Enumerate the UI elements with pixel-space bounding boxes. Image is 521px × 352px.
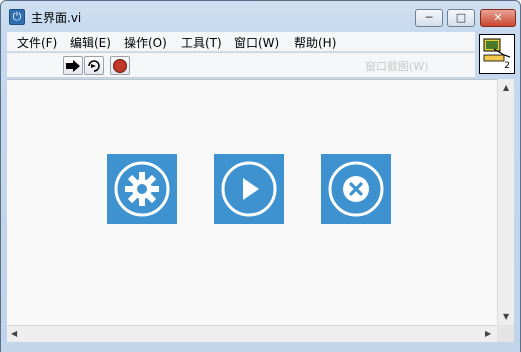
scroll-right-icon[interactable]: ▶ <box>485 330 491 338</box>
vi-connector-icon[interactable]: 2 <box>479 34 515 74</box>
menu-tools[interactable]: 工具(T) <box>181 34 222 51</box>
vi-icon-number: 2 <box>504 61 510 71</box>
run-tile-button[interactable] <box>214 154 284 224</box>
menu-file[interactable]: 文件(F) <box>17 34 57 51</box>
window-capture-label: 窗口截图(W) <box>365 60 429 73</box>
menu-edit[interactable]: 编辑(E) <box>70 34 111 51</box>
menu-operate[interactable]: 操作(O) <box>124 34 167 51</box>
title-bar[interactable]: ⏻ 主界面.vi ─ □ ✕ <box>1 1 520 31</box>
horizontal-scrollbar[interactable]: ◀ ▶ <box>7 325 497 342</box>
maximize-button[interactable]: □ <box>447 9 475 27</box>
scrollbar-corner <box>497 325 514 342</box>
scroll-up-icon[interactable]: ▲ <box>503 84 509 92</box>
abort-execution-icon <box>113 58 127 73</box>
labview-window: ⏻ 主界面.vi ─ □ ✕ 文件(F) 编辑(E) 操作(O) 工具(T) 窗… <box>0 0 521 352</box>
gear-icon <box>114 161 170 217</box>
labview-app-icon: ⏻ <box>9 9 25 25</box>
run-continuously-button[interactable] <box>84 56 104 75</box>
settings-tile-button[interactable] <box>107 154 177 224</box>
exit-tile-button[interactable] <box>321 154 391 224</box>
play-icon <box>221 161 277 217</box>
run-button[interactable] <box>63 56 83 75</box>
menu-window[interactable]: 窗口(W) <box>234 34 279 51</box>
window-title: 主界面.vi <box>31 11 82 25</box>
abort-button[interactable] <box>110 56 130 75</box>
vertical-scrollbar[interactable]: ▲ ▼ <box>497 79 514 325</box>
run-arrow-icon <box>66 59 80 72</box>
scroll-down-icon[interactable]: ▼ <box>503 313 509 321</box>
toolbar: 窗口截图(W) <box>7 53 475 78</box>
run-continuously-icon <box>88 59 100 72</box>
minimize-button[interactable]: ─ <box>415 9 443 27</box>
window-bottom-border <box>1 342 520 352</box>
menu-bar: 文件(F) 编辑(E) 操作(O) 工具(T) 窗口(W) 帮助(H) <box>7 32 475 52</box>
close-button[interactable]: ✕ <box>480 9 516 27</box>
scroll-left-icon[interactable]: ◀ <box>11 330 17 338</box>
menu-help[interactable]: 帮助(H) <box>294 34 336 51</box>
close-circle-icon <box>328 161 384 217</box>
